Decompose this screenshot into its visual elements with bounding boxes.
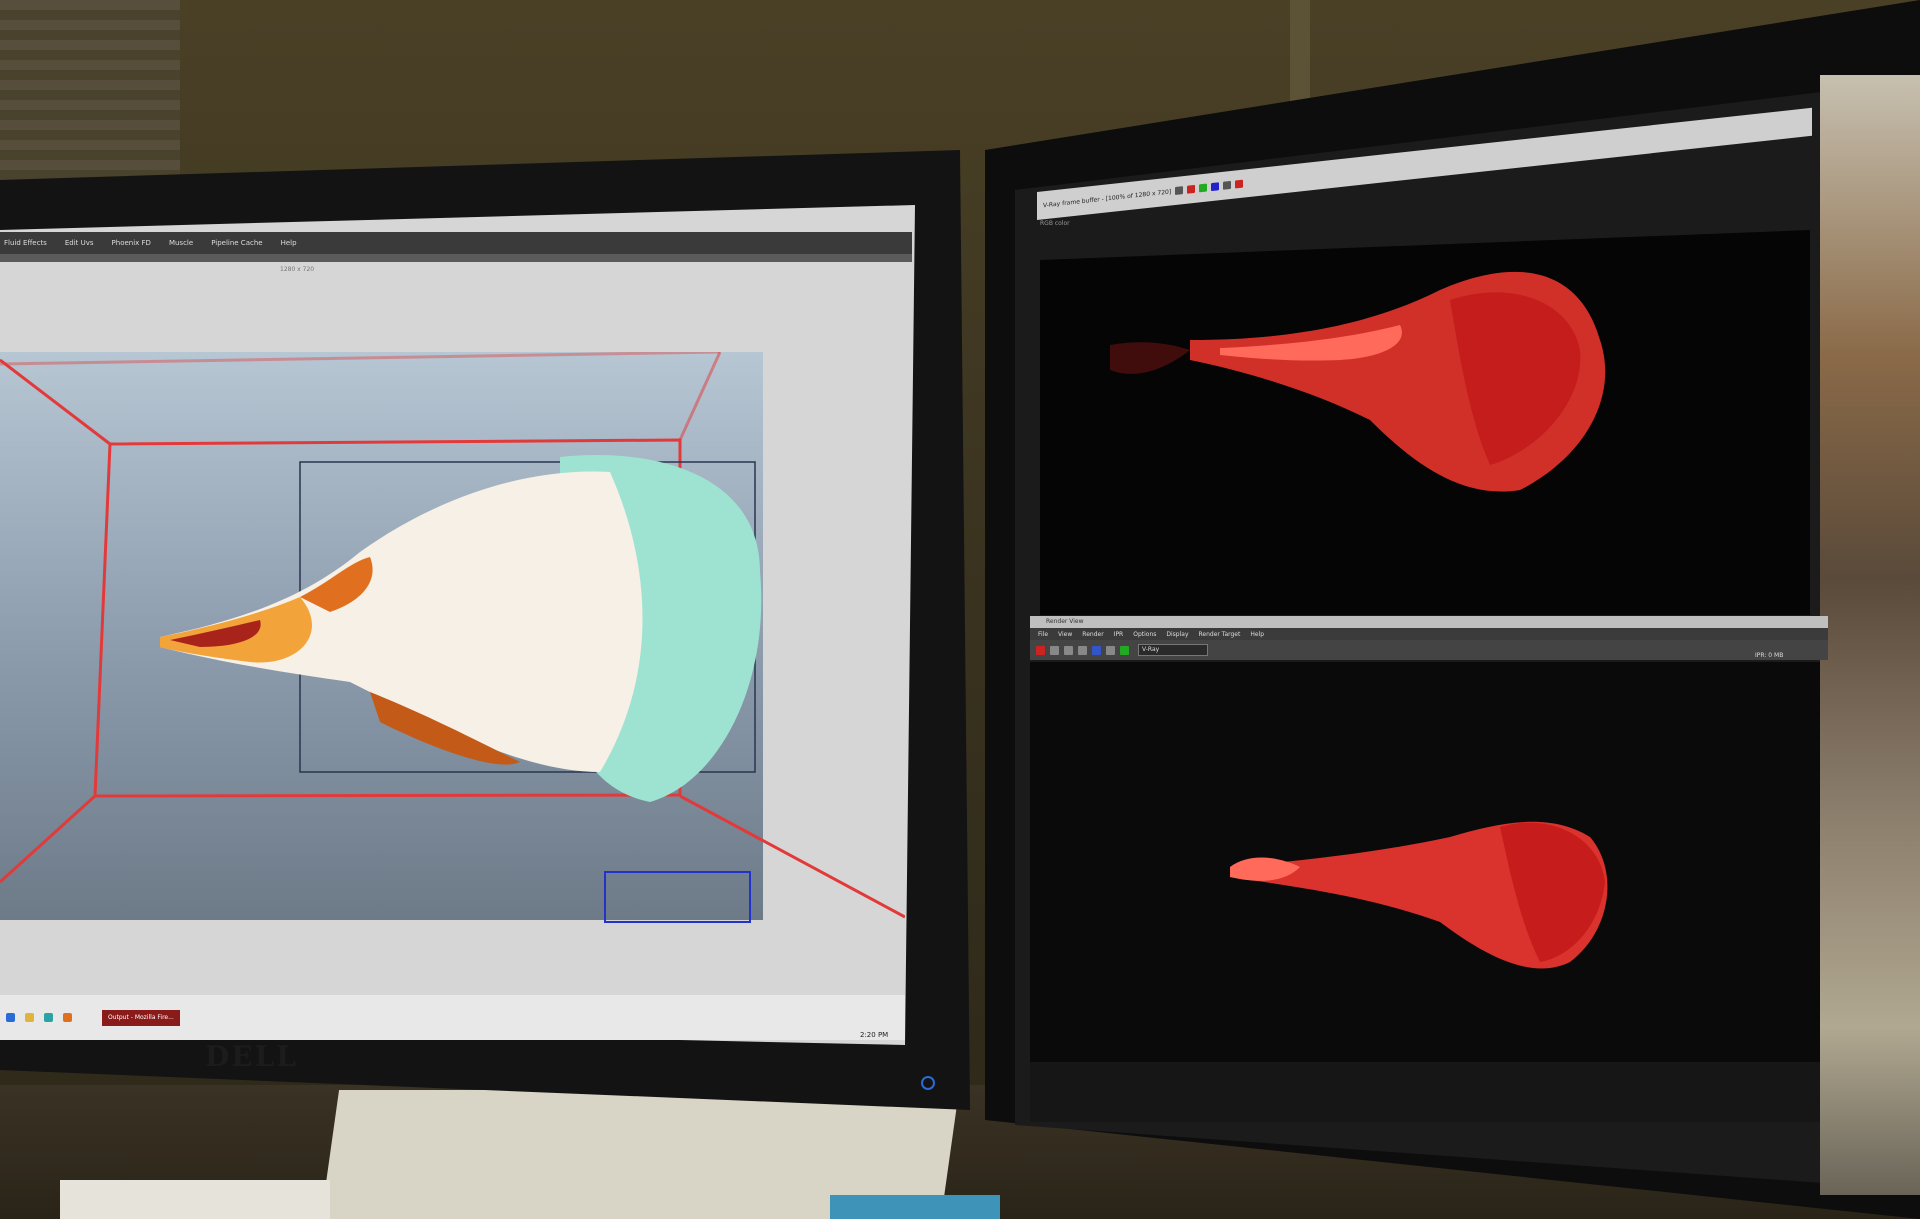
refresh-icon[interactable] xyxy=(1078,645,1087,655)
menu-item[interactable]: Display xyxy=(1166,631,1188,638)
maya-menubar: Fluid Effects Edit Uvs Phoenix FD Muscle… xyxy=(0,232,912,254)
start-icon[interactable] xyxy=(6,1013,15,1022)
power-icon[interactable] xyxy=(921,1076,935,1090)
firefox-icon[interactable] xyxy=(63,1013,72,1022)
maya-toolbar xyxy=(0,254,912,262)
blue-box xyxy=(830,1195,1000,1219)
clear-icon[interactable] xyxy=(1223,180,1232,190)
voxel-fire xyxy=(160,471,643,772)
blue-channel-icon[interactable] xyxy=(1211,182,1220,192)
rgb-icon[interactable] xyxy=(1092,645,1101,655)
alpha-icon[interactable] xyxy=(1106,645,1115,655)
menu-item[interactable]: IPR xyxy=(1114,631,1124,638)
menu-item[interactable]: Muscle xyxy=(169,239,193,247)
maya-icon[interactable] xyxy=(44,1013,53,1022)
menu-item[interactable]: View xyxy=(1058,631,1072,638)
window-blind xyxy=(0,0,180,180)
vfb-title: V-Ray frame buffer - [100% of 1280 x 720… xyxy=(1043,187,1172,209)
render-view-flame xyxy=(1230,821,1608,969)
taskbar-clock: 2:20 PM xyxy=(860,1031,889,1039)
ipr-icon[interactable] xyxy=(1050,645,1059,655)
renderer-select[interactable]: V-Ray xyxy=(1138,644,1208,656)
snapshot-icon[interactable] xyxy=(1064,645,1073,655)
keep-image-icon[interactable] xyxy=(1120,645,1129,655)
fluid-container-grid xyxy=(0,352,905,923)
menu-item[interactable]: File xyxy=(1038,631,1048,638)
render-view-menubar: File View Render IPR Options Display Ren… xyxy=(1030,628,1828,640)
save-image-icon[interactable] xyxy=(1175,186,1184,195)
menu-item[interactable]: Pipeline Cache xyxy=(211,239,262,247)
windows-taskbar: Output - Mozilla Fire... xyxy=(0,995,905,1040)
menu-item[interactable]: Options xyxy=(1133,631,1156,638)
ipr-memory-status: IPR: 0 MB xyxy=(1755,652,1784,659)
vfb-channel-select[interactable]: RGB color xyxy=(1040,220,1100,230)
menu-item[interactable]: Help xyxy=(1250,631,1264,638)
desktop-wallpaper xyxy=(1820,75,1920,1195)
render-view-bottom xyxy=(1030,1062,1820,1122)
taskbar-app-button[interactable]: Output - Mozilla Fire... xyxy=(102,1009,180,1026)
menu-item[interactable]: Phoenix FD xyxy=(112,239,151,247)
render-view-titlebar: Render View xyxy=(1030,616,1828,628)
explorer-icon[interactable] xyxy=(25,1013,34,1022)
monitor-brand-logo: DELL xyxy=(205,1040,298,1073)
render-icon[interactable] xyxy=(1235,179,1244,189)
menu-item[interactable]: Render Target xyxy=(1199,631,1241,638)
menu-item[interactable]: Render xyxy=(1082,631,1103,638)
render-icon[interactable] xyxy=(1036,645,1045,655)
red-channel-icon[interactable] xyxy=(1187,184,1196,194)
menu-item[interactable]: Fluid Effects xyxy=(4,239,47,247)
render-view-toolbar: V-Ray xyxy=(1030,640,1828,660)
menu-item[interactable]: Edit Uvs xyxy=(65,239,94,247)
viewport-resolution-label: 1280 x 720 xyxy=(280,266,315,273)
desk-box xyxy=(60,1180,330,1219)
vfb-flame-render xyxy=(1110,271,1606,492)
green-channel-icon[interactable] xyxy=(1199,183,1208,193)
menu-item[interactable]: Help xyxy=(281,239,297,247)
